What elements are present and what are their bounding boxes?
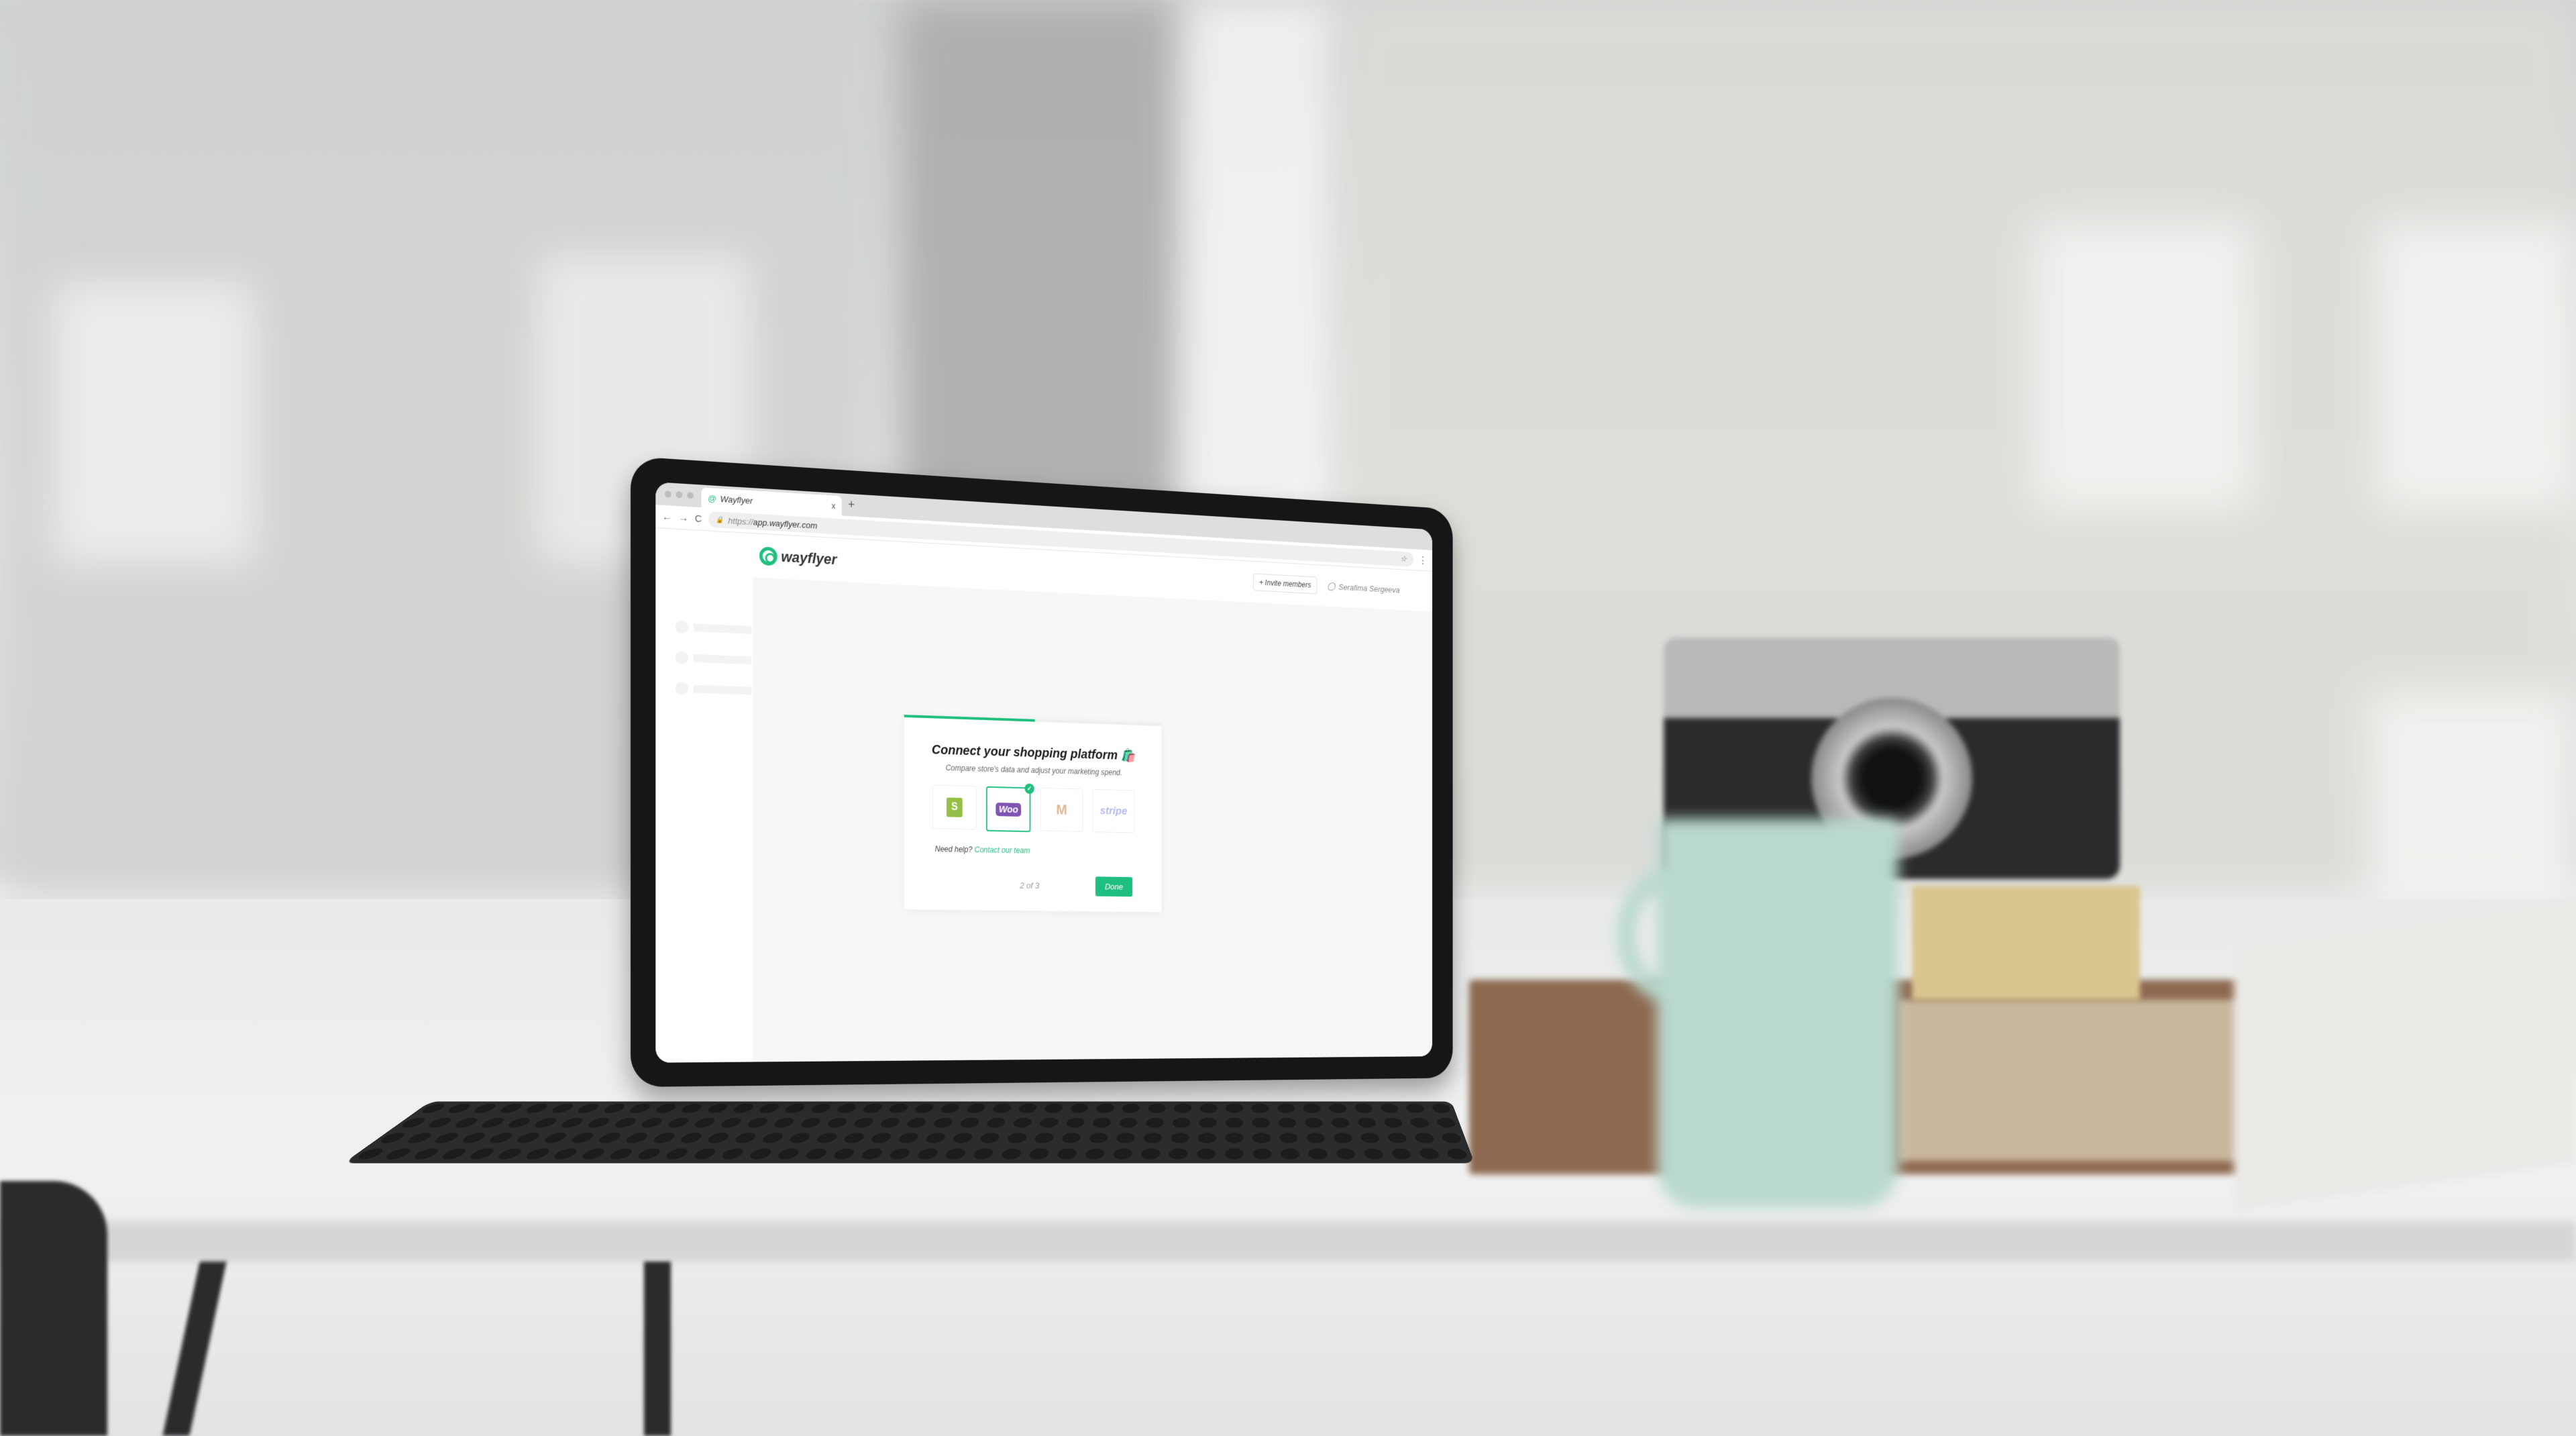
- window-controls[interactable]: [665, 491, 694, 499]
- wayflyer-logo[interactable]: wayflyer: [759, 546, 837, 569]
- tablet-screen: @ Wayflyer x + ← → C 🔒 https://app.wayfl…: [655, 482, 1433, 1063]
- logo-text: wayflyer: [781, 548, 837, 568]
- shopping-bags-icon: 🛍️: [1120, 748, 1136, 764]
- contact-team-link[interactable]: Contact our team: [975, 845, 1030, 856]
- app-body: Connect your shopping platform 🛍️ Compar…: [655, 572, 1433, 1063]
- back-icon[interactable]: ←: [662, 511, 672, 523]
- desk-edge: [0, 1221, 2576, 1262]
- platform-option-stripe[interactable]: stripe: [1092, 788, 1135, 833]
- lock-icon: 🔒: [716, 515, 724, 524]
- onboarding-card: Connect your shopping platform 🛍️ Compar…: [904, 715, 1162, 913]
- help-text: Need help? Contact our team: [935, 844, 1162, 857]
- bookmark-star-icon[interactable]: ☆: [1401, 554, 1407, 564]
- url-protocol: https://: [728, 515, 753, 527]
- user-name: Serafima Sergeeva: [1338, 582, 1400, 595]
- sidebar-skeleton: [655, 572, 753, 1063]
- browser-menu-icon[interactable]: ⋮: [1419, 554, 1427, 566]
- user-icon: ◯: [1327, 580, 1336, 591]
- platform-option-magento[interactable]: M: [1040, 787, 1083, 832]
- window-pane: [2375, 221, 2576, 510]
- paper-stack: [2234, 895, 2576, 1212]
- sidebar-placeholder-item: [675, 650, 753, 667]
- desk-leg: [644, 1262, 671, 1436]
- tab-close-icon[interactable]: x: [831, 501, 835, 511]
- user-menu[interactable]: ◯ Serafima Sergeeva: [1327, 581, 1399, 595]
- main-content: Connect your shopping platform 🛍️ Compar…: [753, 577, 1433, 1062]
- invite-members-button[interactable]: + Invite members: [1252, 573, 1318, 595]
- window-pane: [2368, 691, 2576, 913]
- forward-icon[interactable]: →: [678, 512, 688, 524]
- book: [1912, 886, 2140, 1000]
- platform-options: S Woo ✓ M stripe: [904, 783, 1162, 835]
- progress-fill: [904, 715, 1035, 722]
- keyboard: [343, 1101, 1475, 1164]
- platform-option-woocommerce[interactable]: Woo ✓: [985, 783, 1034, 833]
- shopify-icon: S: [946, 797, 963, 817]
- selected-check-icon: ✓: [1024, 783, 1034, 794]
- url-host: app.wayflyer.com: [753, 517, 818, 531]
- help-prefix: Need help?: [934, 844, 973, 854]
- card-title: Connect your shopping platform 🛍️: [931, 742, 1136, 764]
- step-indicator: 2 of 3: [1020, 880, 1040, 890]
- magento-icon: M: [1056, 801, 1067, 818]
- mug: [1617, 819, 1919, 1208]
- window-pane: [2033, 221, 2254, 510]
- onboarding-progress-bar: [904, 715, 1162, 727]
- card-subtitle: Compare store's data and adjust your mar…: [945, 763, 1122, 778]
- chair: [0, 1181, 107, 1436]
- stripe-icon: stripe: [1099, 804, 1128, 817]
- tablet: @ Wayflyer x + ← → C 🔒 https://app.wayfl…: [631, 456, 1453, 1087]
- tab-favicon-icon: @: [708, 493, 716, 504]
- platform-option-shopify[interactable]: S: [932, 784, 977, 830]
- new-tab-button[interactable]: +: [848, 498, 855, 512]
- woocommerce-icon: Woo: [996, 802, 1022, 817]
- reload-icon[interactable]: C: [695, 513, 702, 524]
- wayflyer-logo-icon: [759, 546, 777, 566]
- window-pane: [54, 282, 255, 564]
- sidebar-placeholder-item: [675, 619, 753, 637]
- sidebar-placeholder-item: [675, 681, 753, 698]
- done-button[interactable]: Done: [1095, 876, 1133, 897]
- card-footer: 2 of 3 Done: [904, 874, 1162, 897]
- tab-title: Wayflyer: [720, 493, 753, 506]
